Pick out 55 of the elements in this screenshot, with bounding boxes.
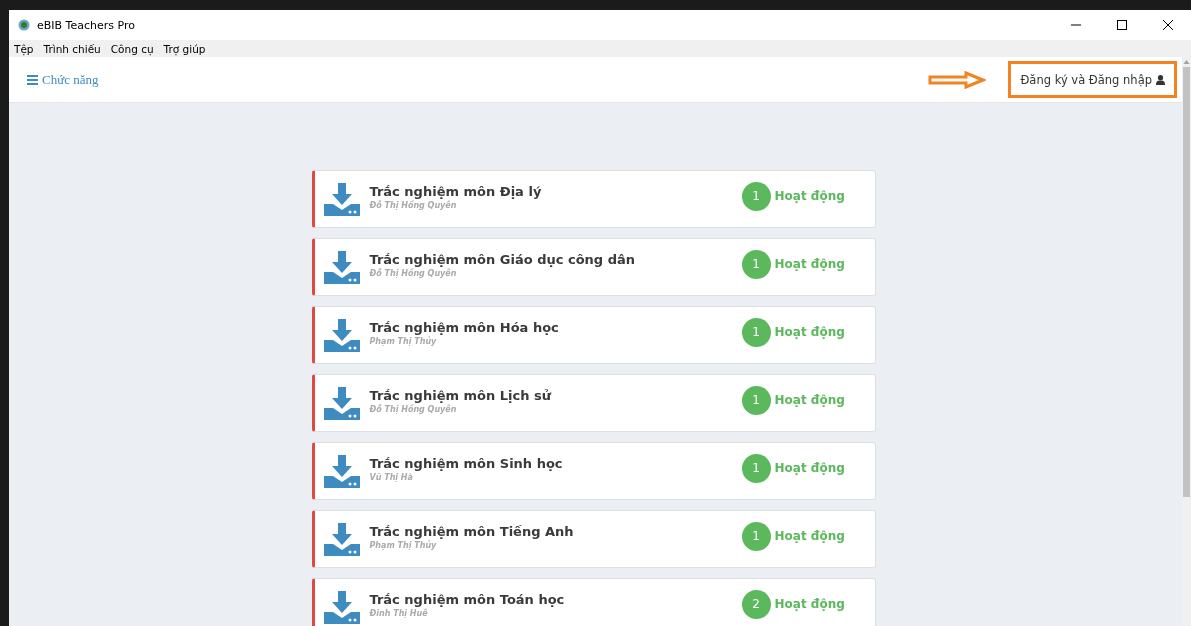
count-badge: 1 — [741, 181, 771, 211]
quiz-title: Trắc nghiệm môn Toán học — [369, 592, 566, 607]
menu-item[interactable]: Tệp — [14, 42, 34, 55]
status-label: Hoạt động — [774, 393, 845, 407]
download-icon — [323, 386, 360, 420]
menu-item[interactable]: Trình chiếu — [43, 42, 101, 55]
quiz-card[interactable]: Trắc nghiệm môn Sinh học Vũ Thị Hà 1 Hoạt động — [311, 442, 876, 500]
quiz-card[interactable]: Trắc nghiệm môn Hóa học Phạm Thị Thủy 1 Hoạt động — [311, 306, 876, 364]
quiz-title: Trắc nghiệm môn Sinh học — [369, 456, 564, 471]
quiz-author: Đinh Thị Huê — [369, 609, 429, 618]
quiz-author: Phạm Thị Thủy — [369, 337, 438, 346]
quiz-card[interactable]: Trắc nghiệm môn Lịch sử Đỗ Thị Hồng Quyên 1 Hoạt động — [311, 374, 876, 432]
status-label: Hoạt động — [774, 529, 845, 543]
scroll-up-icon[interactable] — [1182, 57, 1191, 67]
login-button[interactable]: Đăng ký và Đăng nhập — [1008, 61, 1177, 98]
quiz-title: Trắc nghiệm môn Địa lý — [369, 184, 543, 199]
count-badge: 1 — [741, 521, 771, 551]
status-label: Hoạt động — [774, 325, 845, 339]
function-menu-button[interactable]: Chức năng — [27, 71, 99, 88]
download-icon — [323, 318, 360, 352]
quiz-author: Vũ Thị Hà — [369, 473, 414, 482]
quiz-card[interactable]: Trắc nghiệm môn Tiếng Anh Phạm Thị Thủy 1 Hoạt động — [311, 510, 876, 568]
download-icon — [323, 250, 360, 284]
quiz-author: Đỗ Thị Hồng Quyên — [369, 201, 458, 210]
count-badge: 1 — [741, 317, 771, 347]
count-badge: 2 — [741, 589, 771, 619]
count-badge: 1 — [741, 453, 771, 483]
quiz-author: Phạm Thị Thủy — [369, 541, 438, 550]
status-label: Hoạt động — [774, 461, 845, 475]
menu-item[interactable]: Công cụ — [110, 42, 154, 55]
arrow-icon — [928, 70, 987, 89]
status-label: Hoạt động — [774, 189, 845, 203]
quiz-title: Trắc nghiệm môn Tiếng Anh — [369, 524, 575, 539]
quiz-author: Đỗ Thị Hồng Quyên — [369, 269, 458, 278]
status-label: Hoạt động — [774, 597, 845, 611]
download-icon — [323, 590, 360, 624]
menu-icon — [27, 74, 38, 85]
menu-item[interactable]: Trợ giúp — [163, 42, 206, 55]
quiz-card[interactable]: Trắc nghiệm môn Địa lý Đỗ Thị Hồng Quyên 1 Hoạt động — [311, 170, 876, 228]
quiz-title: Trắc nghiệm môn Lịch sử — [369, 388, 553, 403]
quiz-card[interactable]: Trắc nghiệm môn Toán học Đinh Thị Huê 2 Hoạt động — [311, 578, 876, 626]
download-icon — [323, 522, 360, 556]
count-badge: 1 — [741, 249, 771, 279]
quiz-title: Trắc nghiệm môn Giáo dục công dân — [369, 252, 636, 267]
user-icon — [1156, 74, 1165, 85]
quiz-card[interactable]: Trắc nghiệm môn Giáo dục công dân Đỗ Thị Hồng Quyên 1 Hoạt động — [311, 238, 876, 296]
download-icon — [323, 182, 360, 216]
count-badge: 1 — [741, 385, 771, 415]
download-icon — [323, 454, 360, 488]
status-label: Hoạt động — [774, 257, 845, 271]
app-logo-icon — [18, 19, 30, 31]
scrollbar[interactable] — [1182, 57, 1191, 626]
quiz-author: Đỗ Thị Hồng Quyên — [369, 405, 458, 414]
quiz-title: Trắc nghiệm môn Hóa học — [369, 320, 560, 335]
window-title: eBIB Teachers Pro — [37, 18, 136, 32]
